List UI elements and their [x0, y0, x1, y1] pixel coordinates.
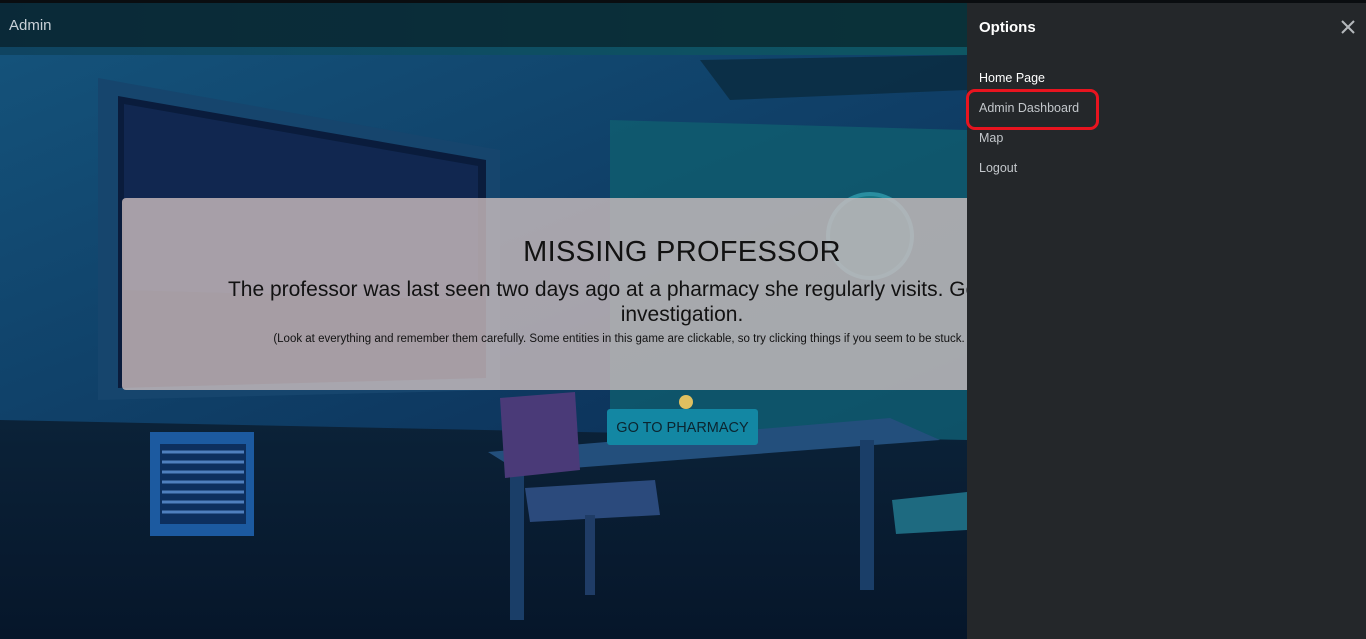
sidebar-item-home-page[interactable]: Home Page: [979, 69, 1079, 99]
sidebar-item-map[interactable]: Map: [979, 129, 1079, 159]
close-icon-glyph: [1341, 20, 1355, 34]
top-navbar: Admin: [0, 3, 967, 47]
navbar-brand[interactable]: Admin: [9, 17, 52, 34]
close-icon[interactable]: [1337, 16, 1359, 38]
options-sidebar: Options Home Page Admin Dashboard Map Lo…: [967, 3, 1366, 639]
app-root: Admin MISSING PROFESSOR The professor wa…: [0, 0, 1366, 639]
sidebar-nav: Home Page Admin Dashboard Map Logout: [979, 69, 1079, 189]
sidebar-title: Options: [979, 19, 1036, 36]
sidebar-item-admin-dashboard[interactable]: Admin Dashboard: [979, 99, 1079, 129]
go-to-pharmacy-button[interactable]: GO TO PHARMACY: [607, 409, 758, 445]
sidebar-item-logout[interactable]: Logout: [979, 159, 1079, 189]
